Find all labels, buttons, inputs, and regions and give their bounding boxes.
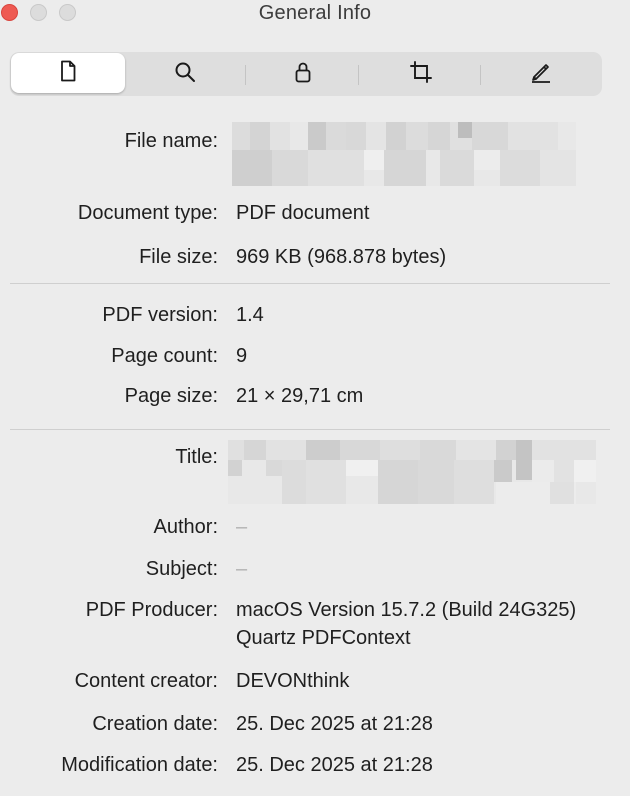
pdf-version-label: PDF version: — [102, 304, 218, 326]
producer-label: PDF Producer: — [85, 599, 218, 621]
document-type-value: PDF document — [236, 202, 370, 224]
author-row: Author: – — [0, 513, 630, 543]
page-size-label: Page size: — [124, 385, 218, 407]
file-size-value: 969 KB (968.878 bytes) — [236, 246, 447, 268]
tab-security[interactable] — [244, 52, 362, 96]
creator-label: Content creator: — [74, 670, 218, 692]
title-bar: General Info — [0, 0, 630, 28]
file-name-label: File name: — [124, 130, 218, 152]
page-count-row: Page count: 9 — [0, 342, 630, 372]
creation-date-label: Creation date: — [92, 713, 218, 735]
page-size-row: Page size: 21 × 29,71 cm — [0, 382, 630, 412]
tab-annotate[interactable] — [482, 52, 600, 96]
page-count-value: 9 — [236, 345, 248, 367]
pdf-version-row: PDF version: 1.4 — [0, 301, 630, 331]
section-divider — [10, 429, 610, 430]
document-type-row: Document type: PDF document — [0, 199, 630, 229]
page-count-label: Page count: — [111, 345, 218, 367]
window-title: General Info — [258, 2, 372, 24]
page-size-value: 21 × 29,71 cm — [236, 385, 364, 407]
creation-date-value: 25. Dec 2025 at 21:28 — [236, 713, 433, 735]
tab-separator — [480, 65, 481, 85]
subject-row: Subject: – — [0, 555, 630, 585]
author-label: Author: — [153, 516, 218, 538]
creator-value: DEVONthink — [236, 670, 350, 692]
modification-date-row: Modification date: 25. Dec 2025 at 21:28 — [0, 751, 630, 781]
file-size-label: File size: — [139, 246, 218, 268]
subject-value: – — [236, 558, 248, 580]
tab-search[interactable] — [126, 52, 244, 96]
redacted-title — [228, 440, 596, 504]
title-label: Title: — [175, 446, 218, 468]
creation-date-row: Creation date: 25. Dec 2025 at 21:28 — [0, 710, 630, 740]
modification-date-value: 25. Dec 2025 at 21:28 — [236, 754, 433, 776]
modification-date-label: Modification date: — [61, 754, 218, 776]
tab-general[interactable] — [11, 53, 125, 93]
tab-crop[interactable] — [362, 52, 480, 96]
document-type-label: Document type: — [77, 202, 218, 224]
inspector-tab-bar — [10, 52, 602, 96]
tab-separator — [358, 65, 359, 85]
magnifier-icon — [173, 60, 197, 89]
creator-row: Content creator: DEVONthink — [0, 667, 630, 697]
document-icon — [56, 59, 80, 88]
pen-icon — [529, 60, 553, 89]
author-value: – — [236, 516, 248, 538]
subject-label: Subject: — [145, 558, 218, 580]
file-size-row: File size: 969 KB (968.878 bytes) — [0, 243, 630, 273]
producer-row: PDF Producer: macOS Version 15.7.2 (Buil… — [0, 596, 630, 649]
lock-icon — [291, 60, 315, 89]
crop-icon — [409, 60, 433, 89]
producer-value: macOS Version 15.7.2 (Build 24G325) Quar… — [236, 599, 577, 649]
redacted-file-name — [232, 122, 576, 186]
pdf-version-value: 1.4 — [236, 304, 264, 326]
section-divider — [10, 283, 610, 284]
